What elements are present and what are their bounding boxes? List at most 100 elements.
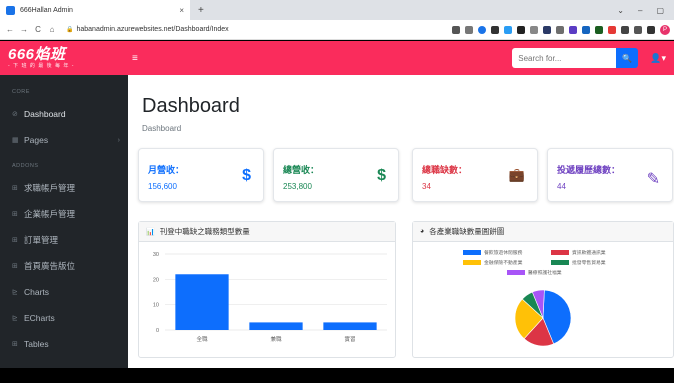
address-bar[interactable]: 🔒 habanadmin.azurewebsites.net/Dashboard… <box>66 26 229 33</box>
extension-icon[interactable] <box>595 25 603 34</box>
legend-label: 餐飲旅遊休閒服務 <box>484 249 523 256</box>
profile-avatar[interactable]: P <box>660 24 670 35</box>
sidebar-item-tables[interactable]: ⊞ Tables <box>0 331 128 357</box>
forward-icon[interactable]: → <box>18 25 30 34</box>
reload-icon[interactable]: C <box>32 25 44 34</box>
sidebar-heading-addons: ADDONS <box>12 163 39 169</box>
extension-icon[interactable] <box>517 25 525 34</box>
sidebar-item-label: 訂單管理 <box>24 235 59 245</box>
file-signature-icon: ✎ <box>646 171 660 188</box>
pie-chart-panel: ◕ 各產業職缺數量圓餅圖 餐飲旅遊休閒服務 資訊軟體通訊業 金融保險不動產業 批發零售… <box>412 221 674 358</box>
sidebar-item-label: Pages <box>24 135 49 145</box>
sidebar-item-label: Tables <box>24 339 49 349</box>
sidepanel-icon[interactable] <box>647 25 655 34</box>
sidebar-item-dashboard[interactable]: ⊘ Dashboard <box>0 101 128 127</box>
share-icon[interactable] <box>465 25 473 34</box>
puzzle-icon[interactable] <box>621 25 629 34</box>
pie-chart: 餐飲旅遊休閒服務 資訊軟體通訊業金融保險不動產業 批發零售貿易業醫療照護社福業 <box>463 249 606 347</box>
stat-label: 月營收： <box>148 165 185 175</box>
extension-icon[interactable] <box>608 25 616 34</box>
new-tab-button[interactable]: + <box>198 5 204 16</box>
extension-icon[interactable] <box>491 25 499 34</box>
y-tick-label: 30 <box>153 252 159 258</box>
dollar-icon: $ <box>242 167 251 184</box>
brand-tagline: - 下 班 的 最 後 每 年 - <box>8 63 75 69</box>
sidebar-item-company-accounts[interactable]: ⊞ 企業帳戶管理 <box>0 201 128 227</box>
menu-toggle-icon[interactable]: ≡ <box>132 53 138 64</box>
x-tick-label: 兼職 <box>270 335 282 343</box>
user-menu-icon[interactable]: 👤▾ <box>650 53 666 64</box>
stat-card-monthly-revenue: 月營收： 156,600 $ <box>138 148 264 202</box>
bar <box>175 274 229 330</box>
browser-tab[interactable]: 666Hallan Admin × <box>0 0 190 20</box>
window-controls: ⌄ – ▢ <box>617 6 674 15</box>
screen-bottom-edge <box>0 368 674 383</box>
extension-icon[interactable] <box>569 25 577 34</box>
sidebar-item-label: Charts <box>24 287 50 297</box>
extension-icon[interactable] <box>543 25 551 34</box>
chevron-right-icon: › <box>117 136 120 144</box>
sidebar-item-job-seeker-accounts[interactable]: ⊞ 求職帳戶管理 <box>0 175 128 201</box>
sidebar-item-echarts[interactable]: ⊵ ECharts <box>0 305 128 331</box>
back-icon[interactable]: ← <box>4 25 16 34</box>
minimize-icon[interactable]: – <box>638 6 642 15</box>
extension-icon[interactable] <box>556 25 564 34</box>
stat-value: 34 <box>422 182 431 191</box>
chart-icon: ⊵ <box>12 289 18 296</box>
stat-card-total-revenue: 總營收： 253,800 $ <box>273 148 399 202</box>
legend-label: 資訊軟體通訊業 <box>572 249 606 256</box>
stat-label: 總職缺數： <box>422 165 468 175</box>
dashboard-icon: ⊘ <box>12 111 18 118</box>
sidebar-item-label: ECharts <box>24 313 55 323</box>
extension-icon[interactable] <box>530 25 538 34</box>
sidebar-item-charts[interactable]: ⊵ Charts <box>0 279 128 305</box>
stat-card-total-resumes: 投遞履歷總數： 44 ✎ <box>547 148 673 202</box>
table-icon: ⊞ <box>12 237 18 244</box>
sidebar-item-pages[interactable]: ▦ Pages › <box>0 127 128 153</box>
tab-close-icon[interactable]: × <box>179 6 184 15</box>
chart-pie-icon: ◕ <box>420 228 425 235</box>
legend-label: 醫療照護社福業 <box>528 269 562 276</box>
stat-value: 253,800 <box>283 182 312 191</box>
stat-value: 156,600 <box>148 182 177 191</box>
tab-list-icon[interactable]: ⌄ <box>617 6 624 15</box>
main-content: Dashboard Dashboard 月營收： 156,600 $ 總營收： … <box>128 75 674 368</box>
browser-toolbar: ← → C ⌂ 🔒 habanadmin.azurewebsites.net/D… <box>0 20 674 40</box>
table-icon: ⊞ <box>12 341 18 348</box>
maximize-icon[interactable]: ▢ <box>656 6 664 15</box>
panel-header: ◕ 各產業職缺數量圓餅圖 <box>413 222 673 242</box>
table-icon: ⊞ <box>12 211 18 218</box>
bar-chart-panel: 📊 刊登中職缺之職務類型數量 0 10 20 30 全職 兼職 實習 <box>138 221 396 358</box>
panel-title: 各產業職缺數量圓餅圖 <box>429 227 505 236</box>
sidebar-item-home-ads[interactable]: ⊞ 首頁廣告版位 <box>0 253 128 279</box>
y-tick-label: 0 <box>156 328 159 334</box>
bar <box>249 322 303 330</box>
brand[interactable]: 666焰班 - 下 班 的 最 後 每 年 - <box>0 47 128 69</box>
sidebar-item-orders[interactable]: ⊞ 訂單管理 <box>0 227 128 253</box>
translate-icon[interactable] <box>452 25 460 34</box>
sidebar: CORE ⊘ Dashboard ▦ Pages › ADDONS ⊞ 求職帳戶… <box>0 75 128 368</box>
sidebar-item-label: 求職帳戶管理 <box>24 183 76 193</box>
pages-icon: ▦ <box>12 137 19 144</box>
search-button[interactable]: 🔍 <box>616 48 639 68</box>
extension-icon[interactable] <box>504 25 512 34</box>
table-icon: ⊞ <box>12 263 18 270</box>
chart-icon: ⊵ <box>12 315 18 322</box>
stat-value: 44 <box>557 182 566 191</box>
panel-title: 刊登中職缺之職務類型數量 <box>159 227 250 236</box>
home-icon[interactable]: ⌂ <box>46 25 58 34</box>
tab-title: 666Hallan Admin <box>20 6 73 14</box>
legend-swatch <box>551 250 569 255</box>
extension-icon[interactable] <box>582 25 590 34</box>
download-icon[interactable] <box>634 25 642 34</box>
y-tick-label: 10 <box>153 303 159 309</box>
bookmark-star-icon[interactable] <box>478 25 486 34</box>
favicon-icon <box>6 5 15 15</box>
breadcrumb: Dashboard <box>142 124 182 133</box>
y-tick-label: 20 <box>153 277 159 283</box>
legend-swatch <box>507 270 525 275</box>
search-input[interactable] <box>512 48 617 68</box>
panel-header: 📊 刊登中職缺之職務類型數量 <box>139 222 395 242</box>
search-icon: 🔍 <box>622 53 633 63</box>
legend-swatch <box>551 260 569 265</box>
